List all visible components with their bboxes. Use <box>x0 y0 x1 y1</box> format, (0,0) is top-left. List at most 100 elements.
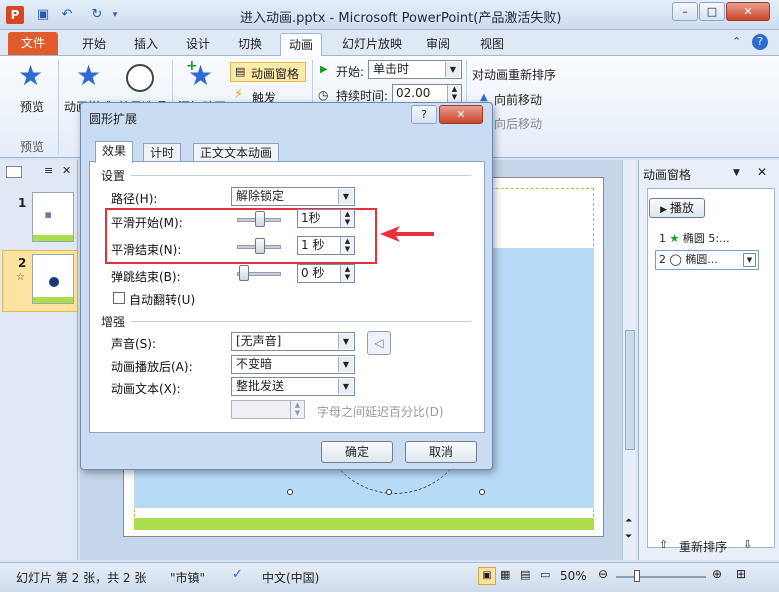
slide-count: 幻灯片 第 2 张，共 2 张 <box>16 571 147 585</box>
prev-slide-icon[interactable]: ⏶ <box>625 516 632 526</box>
preview-button-label[interactable]: 预览 <box>20 98 44 115</box>
slides-tab-icon[interactable] <box>6 166 22 178</box>
close-pane-icon[interactable]: ✕ <box>757 165 767 179</box>
effect-options-icon[interactable] <box>126 64 154 92</box>
zoom-in-icon[interactable]: ⊕ <box>712 567 722 581</box>
sound-label: 声音(S): <box>111 337 157 351</box>
close-button[interactable]: ✕ <box>726 2 770 21</box>
zoom-out-icon[interactable]: ⊖ <box>598 567 608 581</box>
tab-timing[interactable]: 计时 <box>143 143 182 163</box>
reorder-down-icon[interactable]: ⇩ <box>743 538 752 551</box>
sound-value: [无声音] <box>236 334 282 348</box>
scrollbar-thumb[interactable] <box>625 330 635 450</box>
play-label: 播放 <box>669 201 694 215</box>
after-animation-dropdown[interactable]: 不变暗 ▼ <box>231 355 355 374</box>
sorter-view-icon[interactable]: ▦ <box>500 568 510 581</box>
start-value: 单击时 <box>373 62 410 76</box>
animation-pane-button[interactable]: ▤ 动画窗格 <box>230 62 306 82</box>
chevron-down-icon: ▼ <box>338 379 353 394</box>
sound-dropdown[interactable]: [无声音] ▼ <box>231 332 355 351</box>
language[interactable]: 中文(中国) <box>262 569 319 586</box>
collapse-ribbon-icon[interactable]: ⌃ <box>732 35 741 48</box>
path-handle[interactable] <box>479 489 485 495</box>
zoom-slider[interactable] <box>616 576 706 578</box>
reorder-up-icon[interactable]: ⇧ <box>659 538 668 551</box>
play-button[interactable]: ▶ 播放 <box>649 198 705 218</box>
slide-thumbnail-2[interactable] <box>32 254 74 304</box>
tab-file[interactable]: 文件 <box>8 32 58 55</box>
spin-arrows-icon: ▲ ▼ <box>340 265 354 282</box>
tab-animations[interactable]: 动画 <box>280 33 323 56</box>
move-later-button[interactable]: 向后移动 <box>494 115 542 132</box>
slider-knob[interactable] <box>255 211 265 227</box>
tab-slideshow[interactable]: 幻灯片放映 <box>334 33 410 56</box>
smooth-end-spinner[interactable]: 1 秒 ▲ ▼ <box>297 236 355 255</box>
dialog-help-button[interactable]: ? <box>411 105 437 124</box>
slider-knob[interactable] <box>239 265 249 281</box>
letter-delay-spinner[interactable]: ▲ ▼ <box>231 400 305 419</box>
help-icon[interactable]: ? <box>752 34 768 50</box>
tab-insert[interactable]: 插入 <box>126 33 166 56</box>
preview-icon[interactable]: ★ <box>18 62 43 90</box>
trigger-icon[interactable]: ⚡ <box>234 87 243 102</box>
dialog-title: 圆形扩展 <box>89 112 138 126</box>
animate-text-dropdown[interactable]: 整批发送 ▼ <box>231 377 355 396</box>
animation-style-icon[interactable]: ★ <box>76 62 101 90</box>
item-label: 椭圆 5:... <box>682 232 730 245</box>
slideshow-view-icon[interactable]: ▭ <box>540 568 550 581</box>
preview-group-label: 预览 <box>20 140 45 154</box>
tab-effect[interactable]: 效果 <box>95 141 134 163</box>
animation-item-2[interactable]: 2 ◯ 椭圆... ▼ <box>655 250 759 270</box>
duration-spinner[interactable]: 02.00 ▲ ▼ <box>392 84 462 103</box>
cancel-button[interactable]: 取消 <box>405 441 477 463</box>
close-panel-icon[interactable]: ✕ <box>62 164 71 177</box>
qat-dropdown-icon[interactable]: ▾ <box>110 6 120 24</box>
start-dropdown[interactable]: 单击时 ▼ <box>368 60 462 79</box>
ribbon-tab-bar: 文件 开始 插入 设计 切换 动画 幻灯片放映 审阅 视图 ⌃ ? <box>0 30 779 56</box>
enhance-header: 增强 <box>101 315 126 329</box>
slider-knob[interactable] <box>255 238 265 254</box>
after-animation-label: 动画播放后(A): <box>111 360 193 374</box>
animation-item-1[interactable]: 1 ★ 椭圆 5:... <box>659 230 730 246</box>
chevron-down-icon: ▼ <box>338 334 353 349</box>
move-earlier-button[interactable]: 向前移动 <box>494 91 542 108</box>
tab-text-animation[interactable]: 正文文本动画 <box>193 143 280 163</box>
chevron-down-icon[interactable]: ▼ <box>743 253 756 267</box>
slide-number: 1 <box>18 196 27 210</box>
duration-value: 02.00 <box>396 86 431 100</box>
path-dropdown[interactable]: 解除锁定 ▼ <box>231 187 355 206</box>
bounce-end-spinner[interactable]: 0 秒 ▲ ▼ <box>297 264 355 283</box>
divider <box>131 175 471 176</box>
dialog-close-button[interactable]: ✕ <box>439 105 483 124</box>
normal-view-icon[interactable]: ▣ <box>478 567 496 585</box>
undo-icon[interactable]: ↶ <box>58 6 76 24</box>
slide-thumbnail-1[interactable]: ▦ <box>32 192 74 242</box>
redo-icon[interactable]: ↻ <box>88 6 106 24</box>
zoom-slider-thumb[interactable] <box>634 570 640 582</box>
zoom-level[interactable]: 50% <box>560 569 587 583</box>
tab-review[interactable]: 审阅 <box>418 33 458 56</box>
tab-transitions[interactable]: 切换 <box>230 33 270 56</box>
tab-home[interactable]: 开始 <box>74 33 114 56</box>
pane-menu-icon[interactable]: ▼ <box>733 168 740 178</box>
smooth-start-spinner[interactable]: 1秒 ▲ ▼ <box>297 209 355 228</box>
spellcheck-icon[interactable]: ✓ <box>232 567 243 582</box>
next-slide-icon[interactable]: ⏷ <box>625 532 632 542</box>
path-handle[interactable] <box>287 489 293 495</box>
tab-view[interactable]: 视图 <box>472 33 512 56</box>
reading-view-icon[interactable]: ▤ <box>520 568 530 581</box>
tab-design[interactable]: 设计 <box>178 33 218 56</box>
vertical-scrollbar[interactable]: ⏶ ⏷ <box>622 160 636 560</box>
ok-button[interactable]: 确定 <box>321 441 393 463</box>
fit-to-window-icon[interactable]: ⊞ <box>736 567 746 581</box>
powerpoint-app-icon[interactable]: P <box>6 6 24 24</box>
minimize-button[interactable]: – <box>672 2 698 21</box>
save-icon[interactable]: ▣ <box>34 6 52 24</box>
path-handle[interactable] <box>386 489 392 495</box>
speaker-icon[interactable]: ◁ <box>367 331 391 355</box>
maximize-button[interactable]: □ <box>699 2 725 21</box>
auto-reverse-checkbox[interactable] <box>113 292 125 304</box>
reorder-footer-label: 重新排序 <box>679 540 728 554</box>
outline-tab-icon[interactable]: ≡ <box>44 164 53 177</box>
animate-text-label: 动画文本(X): <box>111 382 181 396</box>
